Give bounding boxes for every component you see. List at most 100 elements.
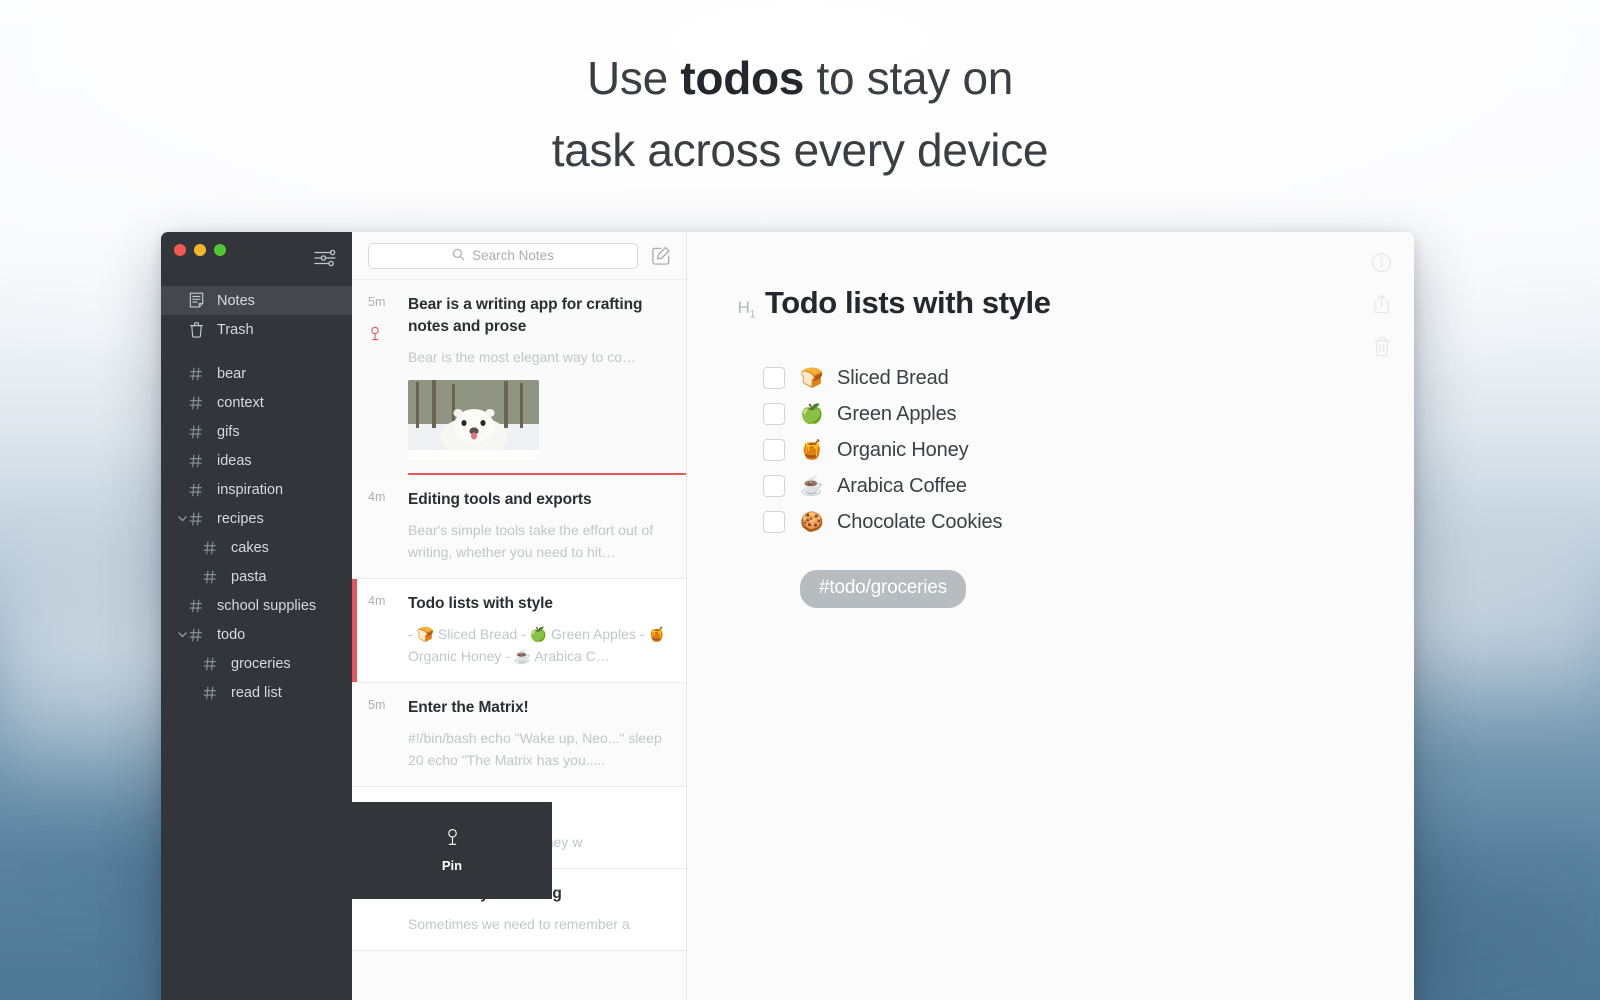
h1-marker: H1 [727,298,756,321]
note-list-item[interactable]: 5m Enter the Matrix! #!/bin/bash echo "Wak… [352,683,686,787]
share-icon[interactable] [1371,293,1392,315]
sidebar-item-context[interactable]: context [161,388,352,417]
note-timestamp: 5m [368,295,386,309]
note-list-item[interactable]: 5m Bear is a writing app for crafting not… [352,280,686,475]
trash-icon[interactable] [1372,335,1392,357]
note-timestamp: 4m [368,490,386,504]
hash-icon [203,570,225,584]
hash-icon [203,657,225,671]
sidebar-item-label: Notes [217,292,255,309]
sidebar-item-ideas[interactable]: ideas [161,446,352,475]
todo-checkbox[interactable] [763,367,785,389]
todo-list: 🍞 Sliced Bread 🍏 Green Apples 🍯 Organic Honey… [763,360,1414,540]
pin-action-label: Pin [441,858,463,873]
screenshot-stage: Use todos to stay on task across every d… [0,0,1600,1000]
sidebar-item-bear[interactable]: bear [161,359,352,388]
todo-label: Sliced Bread [837,366,949,389]
note-title: Enter the Matrix! [408,699,529,716]
note-meta: 4m [352,489,408,563]
sidebar-item-inspiration[interactable]: inspiration [161,475,352,504]
sidebar-item-label: recipes [217,510,264,527]
note-meta: 4m [352,593,408,667]
sidebar-item-recipes[interactable]: recipes [161,504,352,533]
sliders-icon[interactable] [314,249,336,267]
chevron-down-icon[interactable] [175,629,189,640]
honey-pot-emoji: 🍯 [800,440,824,461]
document-title-row: H1 Todo lists with style [727,284,1414,322]
todo-checkbox[interactable] [763,475,785,497]
sidebar-item-label: Trash [217,321,254,338]
note-list-item[interactable]: 4m Todo lists with style - 🍞 Sliced Bread … [352,579,686,683]
note-body: Todo lists with style - 🍞 Sliced Bread - … [408,593,670,667]
sidebar-item-trash[interactable]: Trash [161,315,352,344]
sidebar-item-list: Notes Trash bear context gifs ideas inspiratio… [161,232,352,707]
window-traffic-lights [174,244,226,256]
note-preview: #!/bin/bash echo "Wake up, Neo..." sleep… [408,730,662,768]
chevron-down-icon[interactable] [175,513,189,524]
sidebar-item-read-list[interactable]: read list [161,678,352,707]
hash-icon [203,541,225,555]
todo-checkbox[interactable] [763,403,785,425]
todo-item[interactable]: 🍪 Chocolate Cookies [763,504,1414,540]
todo-item[interactable]: 🍏 Green Apples [763,396,1414,432]
note-icon [189,292,211,309]
bear-app-window: Notes Trash bear context gifs ideas inspiratio… [161,232,1414,1000]
todo-checkbox[interactable] [763,439,785,461]
note-title: Bear is a writing app for crafting notes… [408,296,643,335]
headline-line-1-post: to stay on [804,52,1014,104]
tag-chip[interactable]: #todo/groceries [800,570,966,608]
note-title: Todo lists with style [408,595,553,612]
note-body: Bear is a writing app for crafting notes… [408,294,670,460]
todo-label: Arabica Coffee [837,474,967,497]
hash-icon [189,483,211,497]
tag-row: #todo/groceries [800,570,1414,608]
sidebar-item-school-supplies[interactable]: school supplies [161,591,352,620]
todo-label: Chocolate Cookies [837,510,1003,533]
note-meta: 5m [352,294,408,460]
sidebar-item-pasta[interactable]: pasta [161,562,352,591]
todo-item[interactable]: 🍞 Sliced Bread [763,360,1414,396]
sidebar-item-groceries[interactable]: groceries [161,649,352,678]
note-timestamp: 4m [368,594,386,608]
minimize-button[interactable] [194,244,206,256]
coffee-emoji: ☕ [800,476,824,497]
page-title[interactable]: Todo lists with style [765,284,1051,322]
sidebar-item-gifs[interactable]: gifs [161,417,352,446]
todo-item[interactable]: 🍯 Organic Honey [763,432,1414,468]
hash-icon [203,686,225,700]
sidebar-item-label: bear [217,365,247,382]
sidebar-item-cakes[interactable]: cakes [161,533,352,562]
compose-icon[interactable] [650,245,672,267]
close-button[interactable] [174,244,186,256]
info-icon[interactable] [1371,252,1392,273]
maximize-button[interactable] [214,244,226,256]
note-editor: H1 Todo lists with style 🍞 Sliced Bread 🍏 G… [687,232,1414,1000]
todo-checkbox[interactable] [763,511,785,533]
hash-icon [189,425,211,439]
sidebar-item-todo[interactable]: todo [161,620,352,649]
note-meta: 5m [352,697,408,771]
sidebar-item-label: context [217,394,264,411]
todo-label: Green Apples [837,402,957,425]
search-bar: Search Notes [352,232,686,280]
note-list-item[interactable]: 4m Editing tools and exports Bear's simple… [352,475,686,579]
sidebar-item-label: school supplies [217,597,317,614]
hash-icon [189,367,211,381]
sidebar-item-label: read list [231,684,282,701]
search-input[interactable]: Search Notes [368,242,638,269]
h1-marker-level: 1 [749,308,755,321]
note-preview: Bear's simple tools take the effort out … [408,522,654,560]
cookie-emoji: 🍪 [800,512,824,533]
pin-swipe-action[interactable]: Pin [352,802,552,899]
marketing-headline: Use todos to stay on task across every d… [0,42,1600,186]
todo-label: Organic Honey [837,438,969,461]
sidebar-item-label: pasta [231,568,267,585]
hash-icon [189,454,211,468]
note-timestamp: 5m [368,698,386,712]
note-thumbnail [408,380,539,460]
sidebar-item-notes[interactable]: Notes [161,286,352,315]
hash-icon [189,396,211,410]
editor-toolbar [1371,252,1392,357]
sidebar-item-label: cakes [231,539,269,556]
todo-item[interactable]: ☕ Arabica Coffee [763,468,1414,504]
